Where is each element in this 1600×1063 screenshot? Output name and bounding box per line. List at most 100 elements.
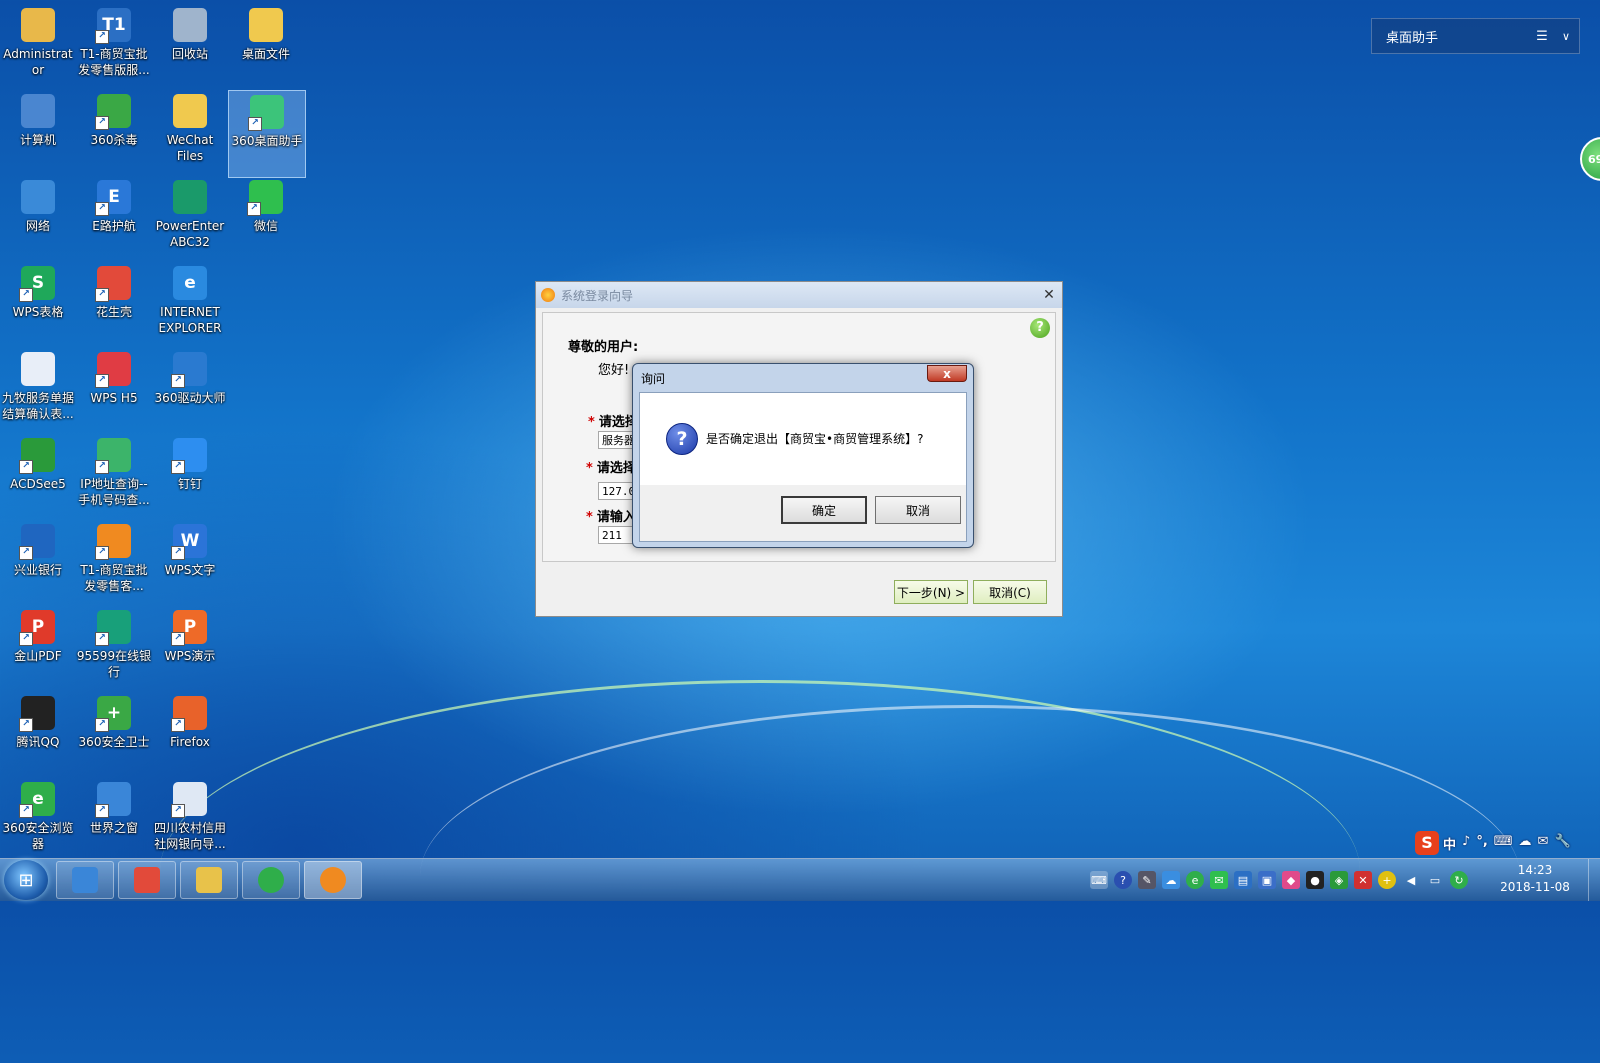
- desktop-icon[interactable]: P ↗ WPS演示: [152, 606, 228, 692]
- ime-item[interactable]: 中: [1443, 834, 1456, 853]
- start-button[interactable]: ⊞: [4, 860, 48, 900]
- close-icon[interactable]: ✕: [1036, 287, 1062, 303]
- shortcut-arrow-icon: ↗: [171, 718, 185, 732]
- desktop-icon-label: 95599在线银行: [76, 649, 152, 679]
- next-button[interactable]: 下一步(N) >: [894, 580, 968, 604]
- desktop-icon[interactable]: e ↗ 360安全浏览器: [0, 778, 76, 864]
- ime-toolbar[interactable]: S 中 ♪ °, ⌨ ☁ ✉ 🔧: [1415, 830, 1597, 856]
- desktop-icon[interactable]: 桌面文件: [228, 4, 304, 90]
- desktop-icon-label: 回收站: [171, 47, 208, 61]
- desktop-icon[interactable]: W ↗ WPS文字: [152, 520, 228, 606]
- desktop-icon[interactable]: PowerEnterABC32: [152, 176, 228, 262]
- menu-icon[interactable]: ☰: [1531, 29, 1553, 44]
- volume-icon[interactable]: ◀: [1402, 871, 1420, 889]
- desktop-icon[interactable]: Administrator: [0, 4, 76, 90]
- desktop-icon[interactable]: + ↗ 360安全卫士: [76, 692, 152, 778]
- ime-item[interactable]: 🔧: [1554, 834, 1570, 853]
- desktop-icon[interactable]: 九牧服务单据结算确认表...: [0, 348, 76, 434]
- show-desktop-button[interactable]: [1588, 859, 1600, 901]
- shortcut-arrow-icon: ↗: [171, 374, 185, 388]
- desktop-icon[interactable]: ↗ T1-商贸宝批发零售客...: [76, 520, 152, 606]
- clock[interactable]: 14:23 2018-11-08: [1495, 862, 1575, 896]
- desktop-icon-label: PowerEnterABC32: [155, 219, 225, 249]
- desktop-icon[interactable]: P ↗ 金山PDF: [0, 606, 76, 692]
- ime-item[interactable]: ✉: [1538, 834, 1549, 853]
- clock-time: 14:23: [1517, 863, 1553, 877]
- desktop-icon[interactable]: ↗ 兴业银行: [0, 520, 76, 606]
- desktop-icon-label: 360杀毒: [90, 133, 138, 147]
- desktop-icon[interactable]: ↗ ACDSee5: [0, 434, 76, 520]
- desktop-assistant-widget[interactable]: 桌面助手 ☰ ∨: [1371, 18, 1580, 54]
- shortcut-arrow-icon: ↗: [171, 804, 185, 818]
- desktop-icon[interactable]: ↗ 四川农村信用社网银向导...: [152, 778, 228, 864]
- desktop-icon[interactable]: ↗ 世界之窗: [76, 778, 152, 864]
- close-icon[interactable]: x: [927, 365, 967, 382]
- app-icon: ↗: [247, 180, 283, 216]
- desktop-icon[interactable]: E ↗ E路护航: [76, 176, 152, 262]
- app-tray-icon[interactable]: ▤: [1234, 871, 1252, 889]
- plus-icon[interactable]: +: [1378, 871, 1396, 889]
- taskbar-app[interactable]: [304, 861, 362, 899]
- desktop-icon[interactable]: S ↗ WPS表格: [0, 262, 76, 348]
- desktop-icon[interactable]: WeChat Files: [152, 90, 228, 176]
- colorful-app-icon[interactable]: ◆: [1282, 871, 1300, 889]
- pen-icon[interactable]: ✎: [1138, 871, 1156, 889]
- desktop-icon[interactable]: 回收站: [152, 4, 228, 90]
- shortcut-arrow-icon: ↗: [19, 546, 33, 560]
- desktop-icon-label: WPS文字: [164, 563, 216, 577]
- question-icon: ?: [666, 423, 698, 455]
- help-circle-icon[interactable]: ?: [1114, 871, 1132, 889]
- qq-icon[interactable]: ●: [1306, 871, 1324, 889]
- taskbar-app[interactable]: [180, 861, 238, 899]
- desktop-icon[interactable]: ↗ 360桌面助手: [228, 90, 306, 178]
- network-icon[interactable]: ▭: [1426, 871, 1444, 889]
- keyboard-icon[interactable]: ⌨: [1090, 871, 1108, 889]
- desktop-icon[interactable]: ↗ 花生壳: [76, 262, 152, 348]
- app-icon: ↗: [95, 438, 131, 474]
- desktop-icon[interactable]: ↗ 钉钉: [152, 434, 228, 520]
- dialog-cancel-button[interactable]: 取消: [875, 496, 961, 524]
- floating-ball[interactable]: 69: [1580, 137, 1600, 181]
- ime-item[interactable]: ♪: [1462, 834, 1470, 853]
- desktop-icon[interactable]: 网络: [0, 176, 76, 262]
- chevron-down-icon[interactable]: ∨: [1553, 30, 1579, 43]
- shortcut-arrow-icon: ↗: [171, 546, 185, 560]
- sogou-ime-icon[interactable]: S: [1415, 831, 1439, 855]
- help-icon[interactable]: ?: [1030, 318, 1050, 338]
- 360-browser-icon[interactable]: e: [1186, 871, 1204, 889]
- desktop-icon[interactable]: ↗ 360杀毒: [76, 90, 152, 176]
- ime-item[interactable]: ⌨: [1494, 834, 1513, 853]
- desktop-icon-label: 九牧服务单据结算确认表...: [1, 391, 74, 421]
- desktop-icon-label: T1-商贸宝批发零售版服...: [78, 47, 150, 77]
- desktop-icon[interactable]: ↗ IP地址查询--手机号码查...: [76, 434, 152, 520]
- desktop-icon[interactable]: T1 ↗ T1-商贸宝批发零售版服...: [76, 4, 152, 90]
- cancel-button[interactable]: 取消(C): [973, 580, 1047, 604]
- shortcut-arrow-icon: ↗: [95, 116, 109, 130]
- widget-title: 桌面助手: [1386, 30, 1439, 46]
- desktop-icon[interactable]: ↗ 腾讯QQ: [0, 692, 76, 778]
- window-titlebar[interactable]: 系统登录向导 ✕: [536, 282, 1062, 308]
- security-icon[interactable]: ✕: [1354, 871, 1372, 889]
- ime-item[interactable]: °,: [1476, 834, 1487, 853]
- desktop-icon[interactable]: ↗ 微信: [228, 176, 304, 262]
- ime-item[interactable]: ☁: [1519, 834, 1532, 853]
- app-icon: ↗: [171, 696, 207, 732]
- taskbar-app[interactable]: [118, 861, 176, 899]
- display-icon[interactable]: ▣: [1258, 871, 1276, 889]
- wechat-icon[interactable]: ✉: [1210, 871, 1228, 889]
- desktop-icon[interactable]: ↗ 95599在线银行: [76, 606, 152, 692]
- shortcut-arrow-icon: ↗: [19, 288, 33, 302]
- taskbar-app[interactable]: [56, 861, 114, 899]
- desktop-icon[interactable]: e INTERNET EXPLORER: [152, 262, 228, 348]
- desktop-icon[interactable]: 计算机: [0, 90, 76, 176]
- ok-button[interactable]: 确定: [781, 496, 867, 524]
- shield-icon[interactable]: ◈: [1330, 871, 1348, 889]
- app-icon: ↗: [19, 696, 55, 732]
- desktop-icon[interactable]: ↗ WPS H5: [76, 348, 152, 434]
- desktop-icon[interactable]: ↗ Firefox: [152, 692, 228, 778]
- cloud-icon[interactable]: ☁: [1162, 871, 1180, 889]
- sync-icon[interactable]: ↻: [1450, 871, 1468, 889]
- desktop-icon[interactable]: ↗ 360驱动大师: [152, 348, 228, 434]
- taskbar-app[interactable]: [242, 861, 300, 899]
- desktop-icon-label: Firefox: [170, 735, 210, 749]
